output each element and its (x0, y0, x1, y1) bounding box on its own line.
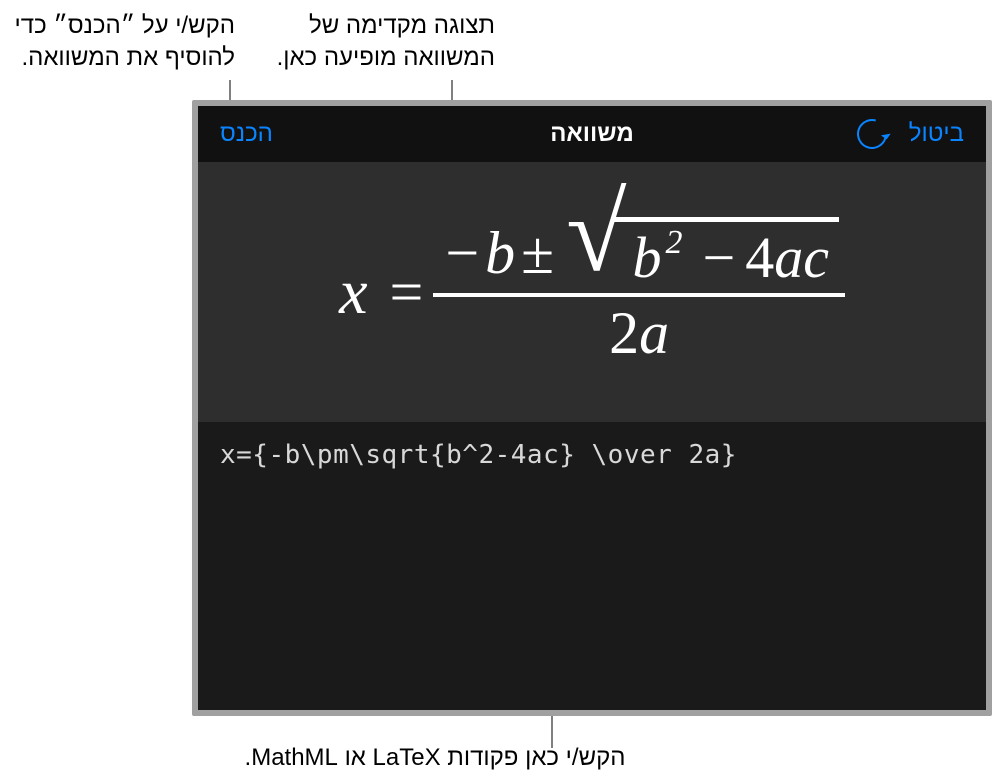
cancel-button[interactable]: ביטול (909, 120, 964, 148)
equation-panel-frame: ביטול משוואה הכנס x = − b ± √ (192, 100, 992, 716)
fraction: − b ± √ b 2 − 4 a c (433, 217, 845, 368)
minus-sign: − (702, 224, 735, 291)
latex-input[interactable]: x={-b\pm\sqrt{b^2-4ac} \over 2a} (220, 440, 964, 470)
fraction-bar (433, 293, 845, 297)
variable-b2: b (632, 224, 661, 291)
numerator: − b ± √ b 2 − 4 a c (433, 217, 845, 291)
minus-sign: − (445, 219, 479, 288)
radical-icon: √ (566, 203, 626, 264)
panel-title: משוואה (550, 120, 634, 148)
coefficient-four: 4 (745, 224, 774, 291)
equation-panel: ביטול משוואה הכנס x = − b ± √ (198, 106, 986, 710)
variable-x: x (339, 255, 367, 329)
equals-sign: = (389, 258, 423, 327)
code-input-area[interactable]: x={-b\pm\sqrt{b^2-4ac} \over 2a} (198, 422, 986, 710)
square-root: √ b 2 − 4 a c (566, 217, 839, 291)
radicand: b 2 − 4 a c (614, 217, 838, 291)
variable-c: c (803, 224, 829, 291)
denominator: 2 a (603, 299, 675, 368)
callout-preview: תצוגה מקדימה של המשוואה מופיעה כאן. (245, 10, 495, 75)
equation-preview: x = − b ± √ b 2 − 4 (198, 162, 986, 422)
plus-minus-sign: ± (521, 219, 554, 288)
toolbar: ביטול משוואה הכנס (198, 106, 986, 162)
variable-a: a (774, 224, 803, 291)
callout-insert: הקש/י על ״הכנס״ כדי להוסיף את המשוואה. (10, 10, 235, 75)
exponent-two: 2 (665, 224, 682, 262)
rotate-icon[interactable] (851, 114, 892, 155)
callout-input: הקש/י כאן פקודות LaTeX או MathML. (225, 742, 645, 774)
rendered-equation: x = − b ± √ b 2 − 4 (339, 217, 845, 368)
variable-b: b (485, 219, 515, 288)
variable-a2: a (639, 299, 669, 368)
coefficient-two: 2 (609, 299, 639, 368)
insert-button[interactable]: הכנס (220, 120, 273, 148)
